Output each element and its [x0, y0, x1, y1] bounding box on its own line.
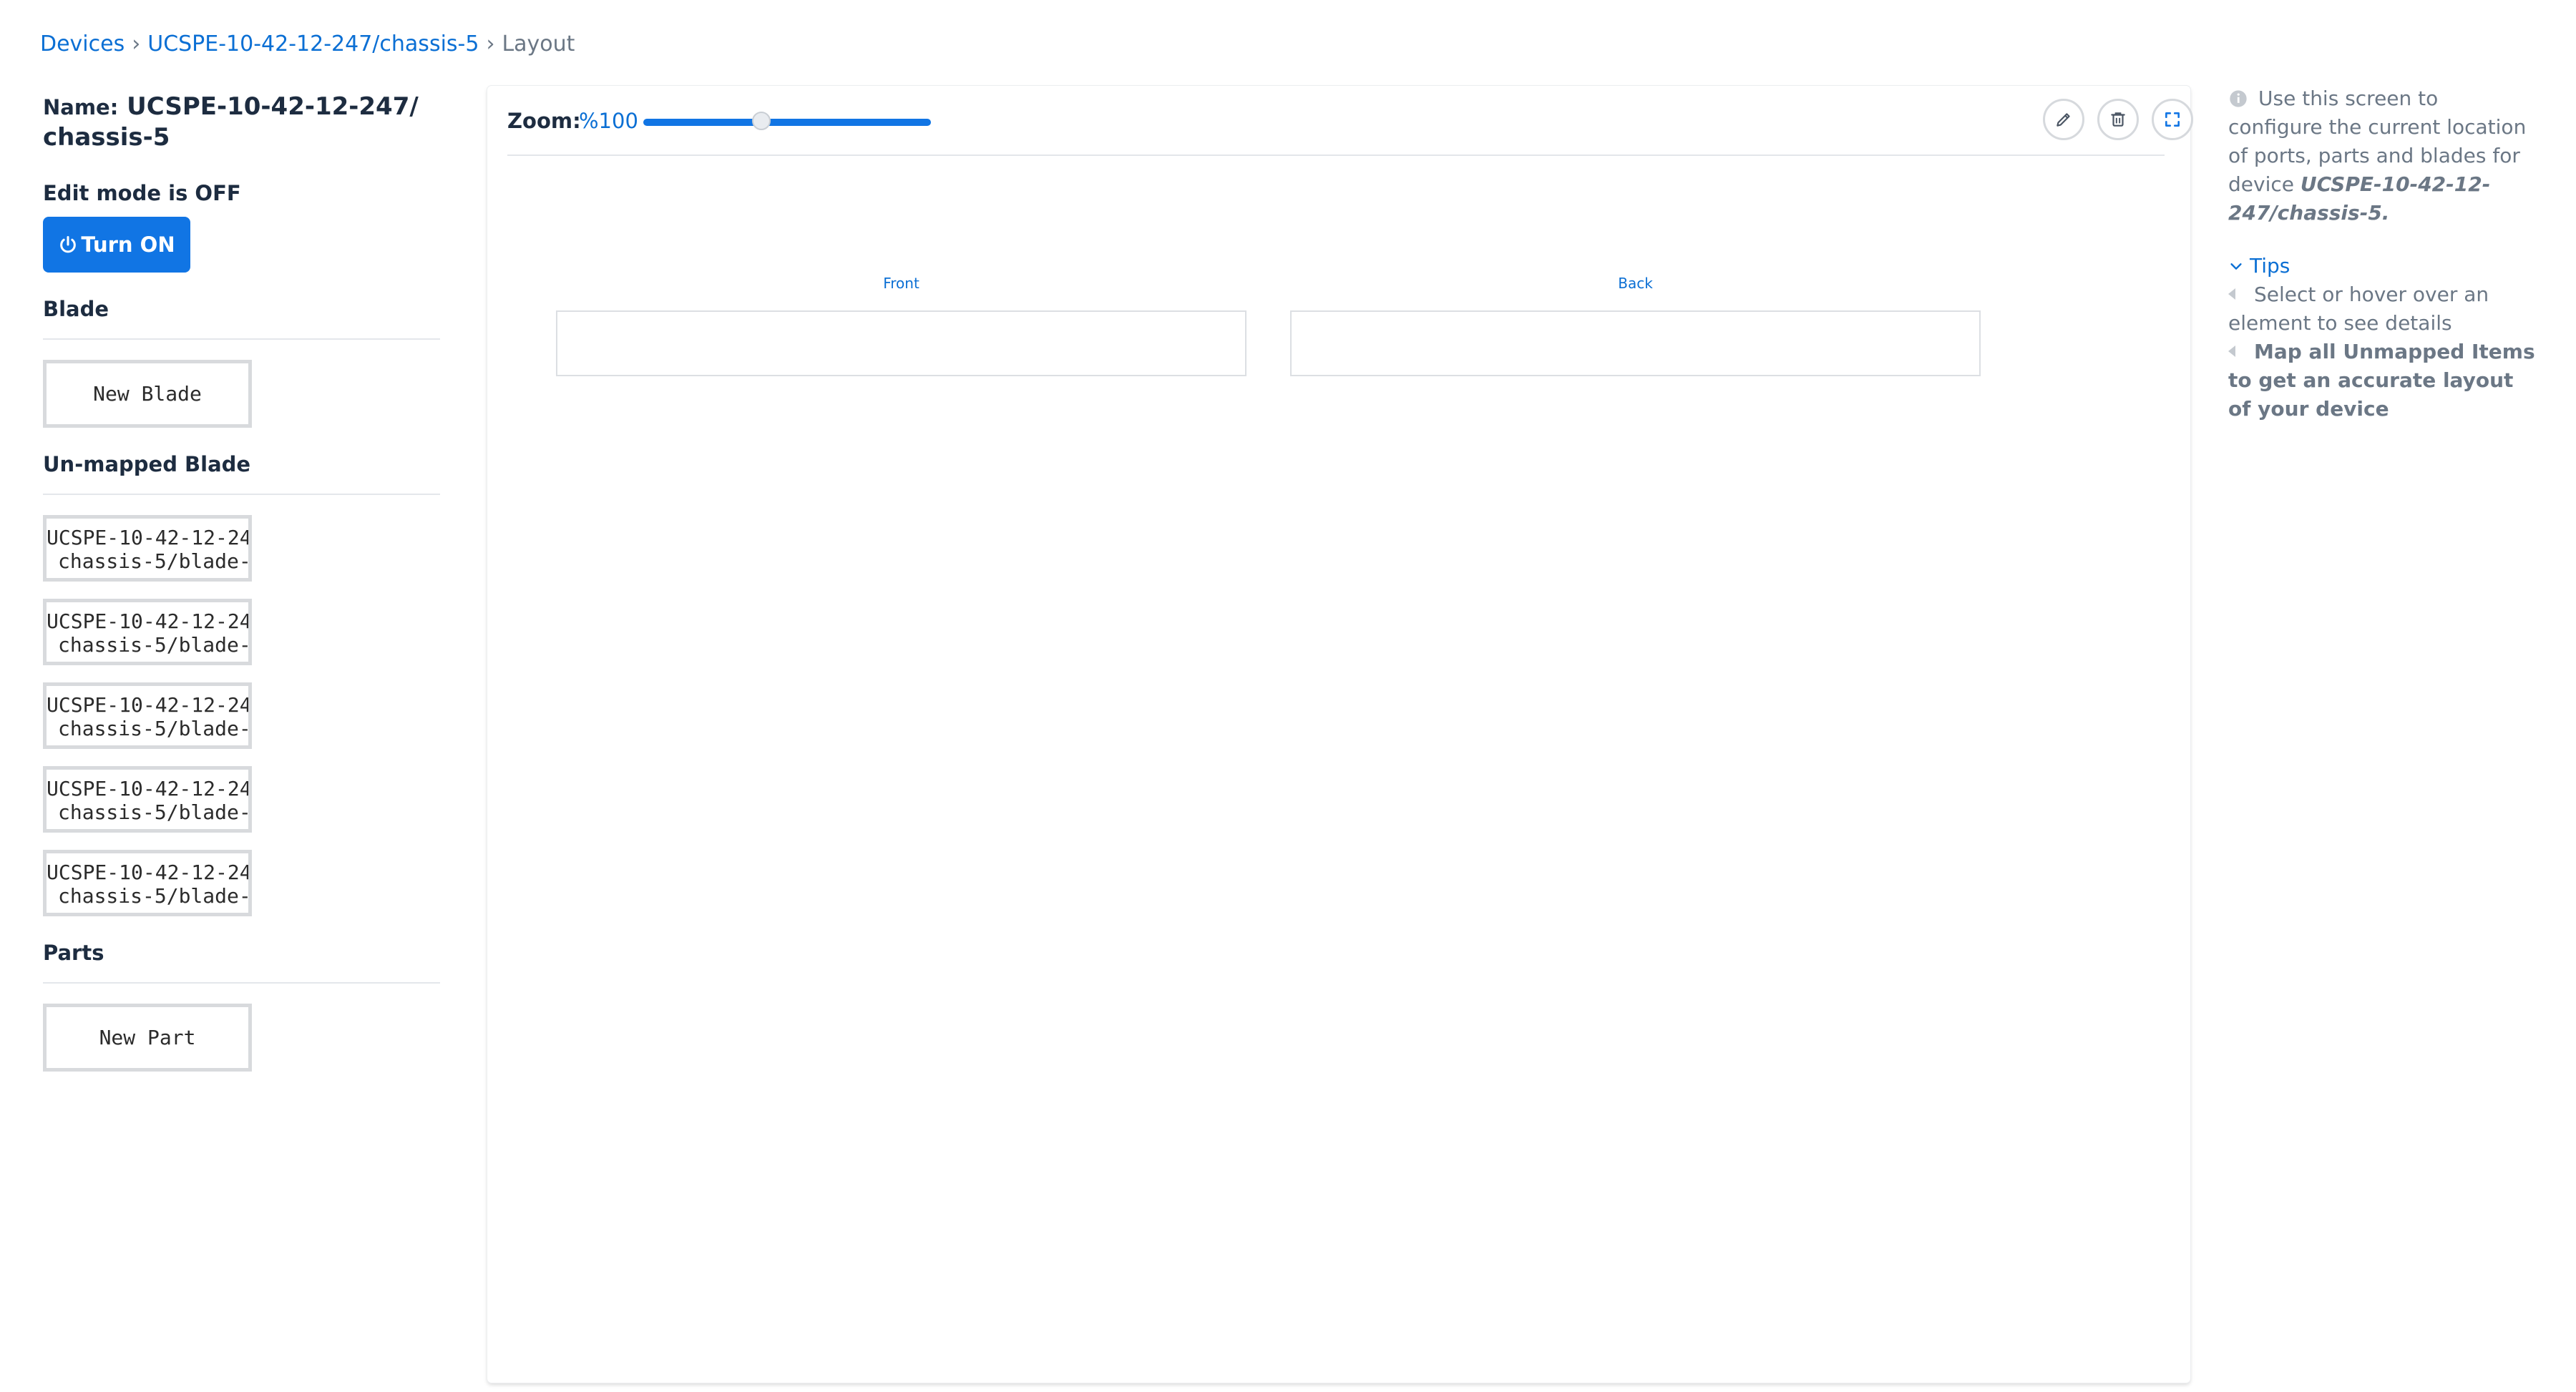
unmapped-blade-name-line1: UCSPE-10-42-12-24 [47, 693, 252, 717]
front-label: Front [883, 275, 919, 292]
unmapped-blade-section-title: Un-mapped Blade [43, 452, 440, 495]
unmapped-blade-name-line2: chassis-5/blade- [58, 717, 251, 740]
layout-canvas-card: Zoom: %100 Front Back [487, 86, 2193, 1383]
unmapped-blade-name-line1: UCSPE-10-42-12-24 [47, 526, 252, 549]
zoom-slider-thumb[interactable] [751, 112, 771, 130]
unmapped-blade-tile[interactable]: UCSPE-10-42-12-24 chassis-5/blade- [43, 766, 252, 833]
tip-item: Map all Unmapped Items to get an accurat… [2228, 338, 2536, 423]
breadcrumb-current: Layout [502, 31, 575, 57]
unmapped-blade-tile[interactable]: UCSPE-10-42-12-24 chassis-5/blade- [43, 599, 252, 665]
new-part-tile[interactable]: New Part [43, 1004, 252, 1072]
edit-mode-status: Edit mode is OFF [43, 181, 241, 205]
unmapped-blade-name-line2: chassis-5/blade- [58, 884, 251, 908]
device-name-value-line1: UCSPE-10-42-12-247/ [127, 92, 419, 121]
delete-button[interactable] [2097, 99, 2139, 140]
layout-toolbar: Zoom: %100 [507, 86, 2193, 156]
breadcrumb-separator: › [132, 31, 141, 57]
zoom-slider[interactable] [643, 112, 931, 130]
chevron-down-icon [2230, 263, 2242, 270]
info-icon [2230, 90, 2247, 107]
breadcrumb-devices-link[interactable]: Devices [40, 31, 125, 57]
unmapped-blade-name-line1: UCSPE-10-42-12-24 [47, 777, 252, 800]
edit-button[interactable] [2043, 99, 2084, 140]
zoom-value: %100 [579, 109, 638, 133]
layout-page: Devices › UCSPE-10-42-12-247/chassis-5 › Lay… [0, 0, 2576, 1392]
tip-text: Map all Unmapped Items to get an accurat… [2228, 340, 2535, 421]
caret-left-icon [2228, 345, 2235, 357]
unmapped-blade-tile[interactable]: UCSPE-10-42-12-24 chassis-5/blade- [43, 850, 252, 916]
trash-icon [2111, 112, 2125, 127]
device-name-label: Name: [43, 95, 119, 119]
new-blade-tile[interactable]: New Blade [43, 360, 252, 428]
blade-section-title: Blade [43, 297, 440, 340]
unmapped-blade-tile[interactable]: UCSPE-10-42-12-24 chassis-5/blade- [43, 682, 252, 749]
turn-on-button[interactable]: Turn ON [43, 217, 190, 273]
unmapped-blade-name-line2: chassis-5/blade- [58, 549, 251, 573]
power-icon [60, 235, 77, 253]
breadcrumb-separator: › [486, 31, 495, 57]
device-name-value-line2: chassis-5 [43, 123, 170, 152]
zoom-label: Zoom: [507, 109, 581, 133]
pencil-icon [2057, 113, 2070, 127]
unmapped-blade-tile[interactable]: UCSPE-10-42-12-24 chassis-5/blade- [43, 515, 252, 582]
unmapped-blade-list: UCSPE-10-42-12-24 chassis-5/blade- UCSPE-… [43, 515, 440, 916]
fullscreen-icon [2165, 112, 2180, 127]
unmapped-blade-name-line1: UCSPE-10-42-12-24 [47, 609, 252, 633]
parts-section-title: Parts [43, 941, 440, 984]
tips-toggle[interactable]: Tips [2228, 252, 2536, 280]
left-panel: Name: UCSPE-10-42-12-247/ chassis-5 Edit… [43, 92, 440, 1072]
breadcrumb-device-link[interactable]: UCSPE-10-42-12-247/chassis-5 [147, 31, 479, 57]
device-name: Name: UCSPE-10-42-12-247/ chassis-5 [43, 92, 440, 152]
back-label: Back [1618, 275, 1653, 292]
turn-on-label: Turn ON [81, 232, 175, 257]
caret-left-icon [2228, 288, 2235, 300]
tips-title: Tips [2250, 254, 2290, 278]
tip-text: Select or hover over an element to see d… [2228, 283, 2489, 335]
tip-item: Select or hover over an element to see d… [2228, 280, 2536, 338]
help-intro: Use this screen to configure the current… [2228, 84, 2536, 227]
breadcrumb: Devices › UCSPE-10-42-12-247/chassis-5 › Lay… [40, 31, 575, 57]
unmapped-blade-name-line1: UCSPE-10-42-12-24 [47, 861, 252, 884]
help-panel: Use this screen to configure the current… [2228, 84, 2536, 423]
unmapped-blade-name-line2: chassis-5/blade- [58, 800, 251, 824]
front-face-area[interactable] [556, 310, 1246, 376]
unmapped-blade-name-line2: chassis-5/blade- [58, 633, 251, 657]
back-face-area[interactable] [1290, 310, 1981, 376]
fullscreen-button[interactable] [2152, 99, 2193, 140]
